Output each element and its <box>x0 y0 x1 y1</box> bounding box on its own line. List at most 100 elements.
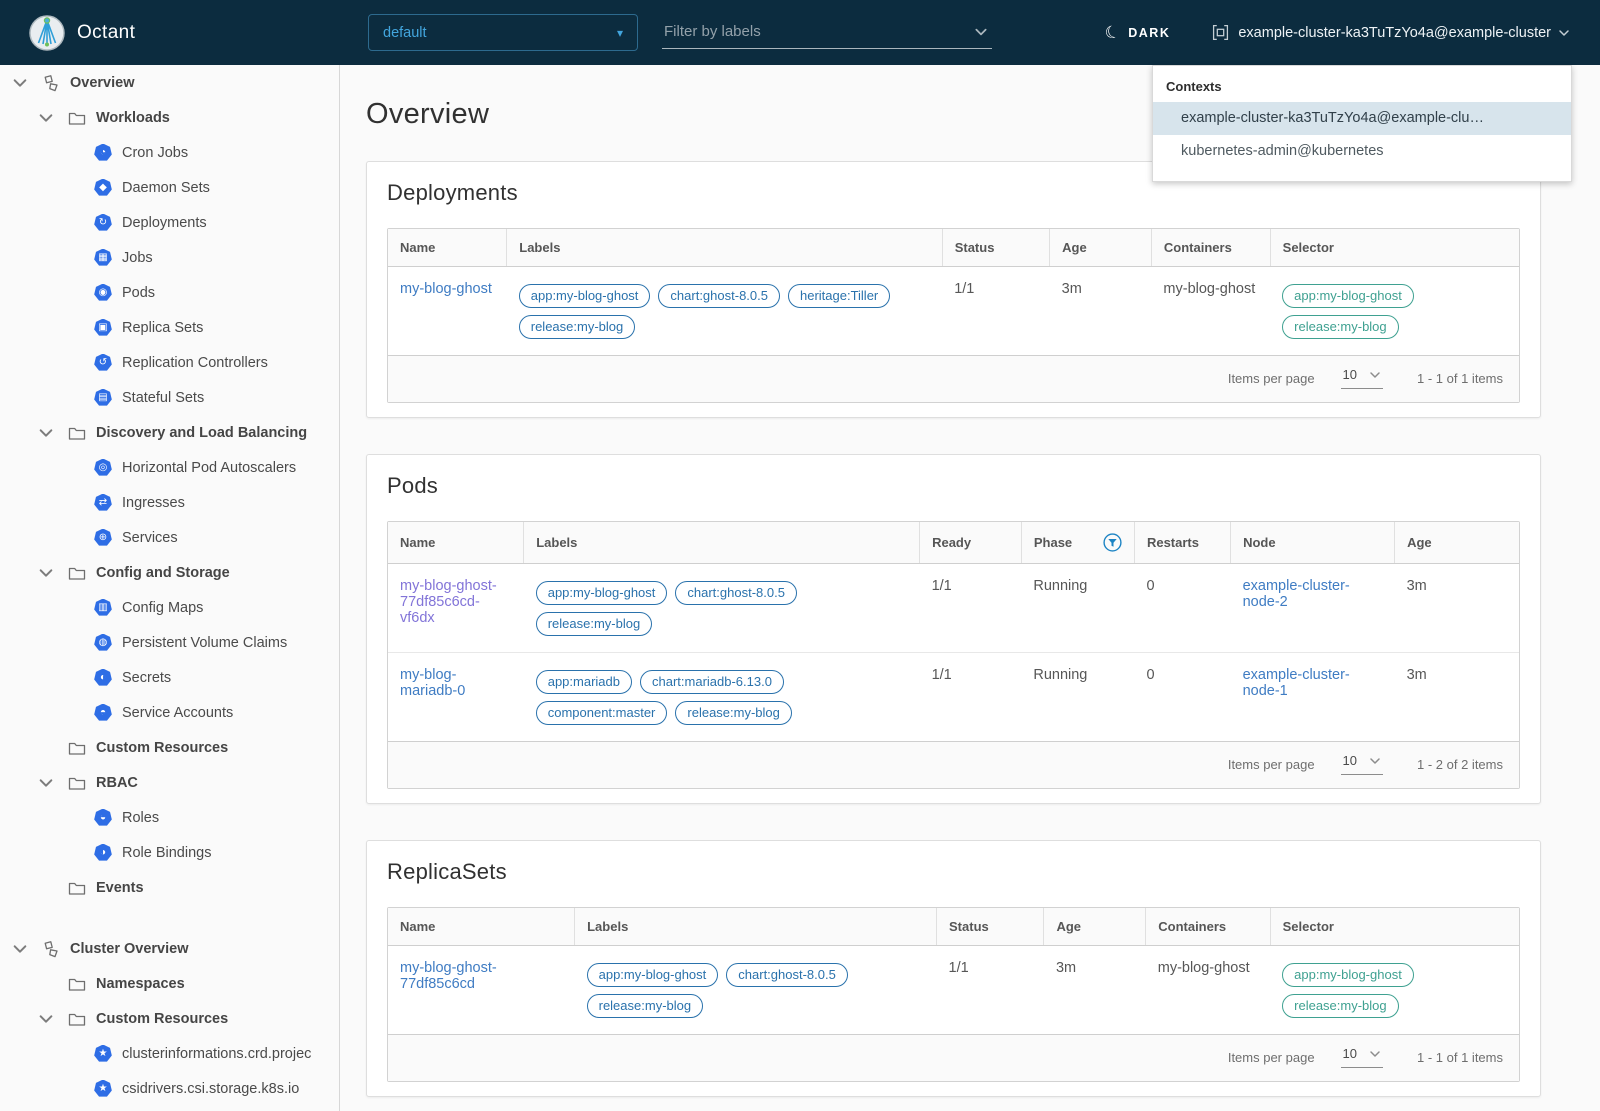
replicasets-table: Name Labels Status Age Containers Select… <box>387 907 1520 1082</box>
chevron-down-icon[interactable] <box>974 25 988 39</box>
age-cell: 3m <box>1043 945 1146 1034</box>
services-icon <box>94 528 112 546</box>
chevron-down-icon[interactable] <box>12 75 28 91</box>
chevron-down-icon[interactable] <box>38 1011 54 1027</box>
selector-tag: release:my-blog <box>1282 994 1399 1018</box>
pod-name-link[interactable]: my-blog-ghost-77df85c6cd-vf6dx <box>400 578 497 626</box>
status-cell: 1/1 <box>942 266 1050 355</box>
theme-label: DARK <box>1128 25 1171 40</box>
sidebar-item-config-and-storage[interactable]: Config and Storage <box>0 555 339 590</box>
items-per-page-label: Items per page <box>1227 1049 1315 1065</box>
sidebar-item-replica-sets[interactable]: Replica Sets <box>0 310 339 345</box>
sidebar-item-overview[interactable]: Overview <box>0 65 339 100</box>
sidebar-item-pods[interactable]: Pods <box>0 275 339 310</box>
filter-by-labels-input[interactable] <box>662 16 992 48</box>
context-option-selected[interactable]: example-cluster-ka3TuTzYo4a@example-clu… <box>1153 102 1571 135</box>
replicaset-name-link[interactable]: my-blog-ghost-77df85c6cd <box>400 960 497 992</box>
node-link[interactable]: example-cluster-node-2 <box>1243 578 1350 610</box>
sidebar-item-workloads[interactable]: Workloads <box>0 100 339 135</box>
phase-cell: Running <box>1021 652 1135 741</box>
column-header: Ready <box>919 522 1022 564</box>
context-selector[interactable]: example-cluster-ka3TuTzYo4a@example-clus… <box>1212 24 1570 41</box>
items-per-page-label: Items per page <box>1227 370 1315 386</box>
sidebar-item-daemon-sets[interactable]: Daemon Sets <box>0 170 339 205</box>
selector-cell: app:my-blog-ghost release:my-blog <box>1270 945 1519 1034</box>
items-per-page-label: Items per page <box>1227 756 1315 772</box>
column-header: Name <box>388 522 525 564</box>
column-header: Containers <box>1151 229 1271 267</box>
rolebindings-icon <box>94 843 112 861</box>
folder-icon <box>68 975 86 993</box>
chevron-down-icon[interactable] <box>12 941 28 957</box>
chevron-down-icon <box>1369 755 1381 767</box>
column-header: Labels <box>506 229 943 267</box>
chevron-down-icon[interactable] <box>38 425 54 441</box>
chevron-down-icon[interactable] <box>38 110 54 126</box>
sidebar-item-service-accounts[interactable]: Service Accounts <box>0 695 339 730</box>
table-row: my-blog-ghost app:my-blog-ghost chart:gho… <box>388 266 1519 355</box>
body-row: Overview Workloads Cron Jobs Daemon Sets <box>0 65 1600 1111</box>
jobs-icon <box>94 248 112 266</box>
context-option[interactable]: kubernetes-admin@kubernetes <box>1153 135 1571 168</box>
items-per-page-select[interactable]: 10 <box>1340 753 1384 775</box>
sidebar-item-custom-resources[interactable]: Custom Resources <box>0 730 339 765</box>
sidebar-item-csidrivers[interactable]: csidrivers.csi.storage.k8s.io <box>0 1071 339 1106</box>
node-link[interactable]: example-cluster-node-1 <box>1243 667 1350 699</box>
deployment-name-link[interactable]: my-blog-ghost <box>400 281 492 297</box>
column-header: Status <box>942 229 1051 267</box>
selector-cell: app:my-blog-ghost release:my-blog <box>1270 266 1519 355</box>
chevron-down-icon <box>1369 369 1381 381</box>
configmaps-icon <box>94 598 112 616</box>
sidebar-item-secrets[interactable]: Secrets <box>0 660 339 695</box>
sidebar-item-ingresses[interactable]: Ingresses <box>0 485 339 520</box>
items-per-page-select[interactable]: 10 <box>1340 1046 1384 1068</box>
column-header: Selector <box>1270 229 1519 267</box>
serviceaccounts-icon <box>94 703 112 721</box>
label-tag: chart:mariadb-6.13.0 <box>640 670 784 694</box>
pods-table: Name Labels Ready Phase Restarts Node Ag… <box>387 521 1520 789</box>
sidebar-item-persistent-volume-claims[interactable]: Persistent Volume Claims <box>0 625 339 660</box>
sidebar-item-discovery-and-load-balancing[interactable]: Discovery and Load Balancing <box>0 415 339 450</box>
pagination-range: 1 - 1 of 1 items <box>1417 370 1503 386</box>
crd-icon <box>94 1044 112 1062</box>
sidebar-item-deployments[interactable]: Deployments <box>0 205 339 240</box>
sidebar-item-jobs[interactable]: Jobs <box>0 240 339 275</box>
folder-icon <box>68 424 86 442</box>
sidebar-item-cron-jobs[interactable]: Cron Jobs <box>0 135 339 170</box>
sidebar-item-events[interactable]: Events <box>0 870 339 905</box>
label-tag: app:my-blog-ghost <box>535 581 668 605</box>
chevron-down-icon[interactable] <box>38 775 54 791</box>
ready-cell: 1/1 <box>919 563 1022 653</box>
sidebar-item-roles[interactable]: Roles <box>0 800 339 835</box>
chevron-down-icon[interactable] <box>38 565 54 581</box>
sidebar-item-cluster-overview[interactable]: Cluster Overview <box>0 931 339 966</box>
namespace-value: default <box>383 24 427 41</box>
label-tag: app:my-blog-ghost <box>518 284 651 308</box>
sidebar-item-replication-controllers[interactable]: Replication Controllers <box>0 345 339 380</box>
sidebar-item-clusterinformations[interactable]: clusterinformations.crd.projec <box>0 1036 339 1071</box>
namespace-select[interactable]: default ▾ <box>368 14 638 51</box>
sidebar-item-custom-resources-cluster[interactable]: Custom Resources <box>0 1001 339 1036</box>
labels-cell: app:mariadb chart:mariadb-6.13.0 component… <box>523 652 920 741</box>
sidebar-item-role-bindings[interactable]: Role Bindings <box>0 835 339 870</box>
secrets-icon <box>94 668 112 686</box>
column-header: Name <box>388 908 576 946</box>
table-row: my-blog-mariadb-0 app:mariadb chart:maria… <box>388 652 1519 741</box>
column-header: Age <box>1049 229 1152 267</box>
context-label: example-cluster-ka3TuTzYo4a@example-clus… <box>1238 24 1551 41</box>
folder-icon <box>68 564 86 582</box>
items-per-page-select[interactable]: 10 <box>1340 367 1384 389</box>
pod-name-link[interactable]: my-blog-mariadb-0 <box>400 667 465 699</box>
main-content: Overview Deployments Name Labels Status … <box>340 65 1600 1111</box>
label-tag: chart:ghost-8.0.5 <box>726 963 848 987</box>
sidebar-item-stateful-sets[interactable]: Stateful Sets <box>0 380 339 415</box>
sidebar-item-namespaces[interactable]: Namespaces <box>0 966 339 1001</box>
sidebar-item-rbac[interactable]: RBAC <box>0 765 339 800</box>
filter-icon[interactable] <box>1103 533 1122 552</box>
dark-mode-toggle[interactable]: ☾ DARK <box>1102 21 1171 44</box>
sidebar-item-config-maps[interactable]: Config Maps <box>0 590 339 625</box>
sidebar-item-services[interactable]: Services <box>0 520 339 555</box>
sidebar-item-horizontal-pod-autoscalers[interactable]: Horizontal Pod Autoscalers <box>0 450 339 485</box>
overview-icon <box>42 74 60 92</box>
pvc-icon <box>94 633 112 651</box>
